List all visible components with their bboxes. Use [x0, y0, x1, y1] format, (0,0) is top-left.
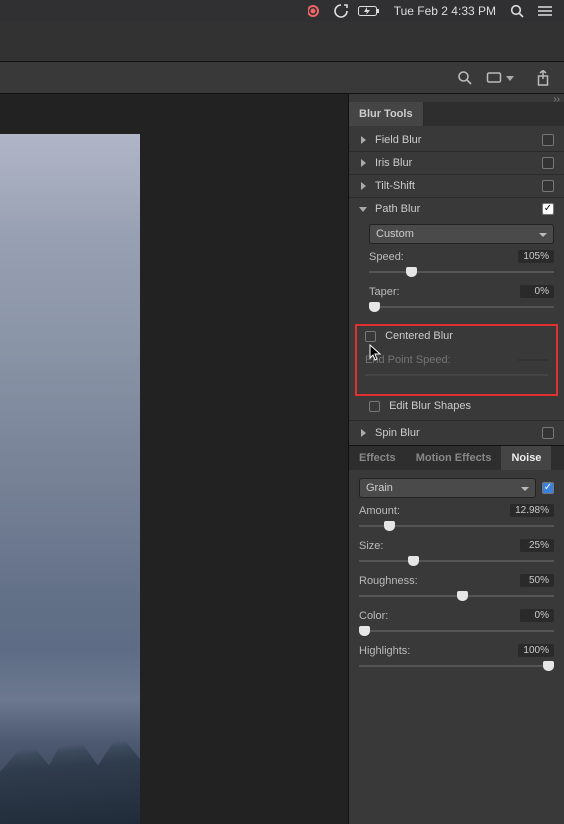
centered-blur-label: Centered Blur — [385, 330, 453, 342]
battery-icon — [358, 5, 380, 17]
system-menubar: Tue Feb 2 4:33 PM — [0, 0, 564, 22]
color-slider[interactable] — [359, 624, 554, 638]
menubar-datetime[interactable]: Tue Feb 2 4:33 PM — [394, 4, 496, 18]
blur-item-tilt-shift[interactable]: Tilt-Shift — [349, 174, 564, 197]
chevron-down-icon — [359, 204, 369, 214]
speed-slider[interactable] — [369, 265, 554, 279]
toggle-spin-blur[interactable] — [542, 427, 554, 439]
amount-label: Amount: — [359, 505, 400, 517]
path-blur-mode-dropdown[interactable]: Custom — [369, 224, 554, 244]
toggle-tilt-shift[interactable] — [542, 180, 554, 192]
properties-sidebar: ›› Blur Tools Field Blur Iris Blur Tilt-… — [348, 94, 564, 824]
chevron-down-icon — [506, 73, 516, 83]
spotlight-icon[interactable] — [510, 4, 524, 18]
color-label: Color: — [359, 610, 388, 622]
highlights-slider[interactable] — [359, 659, 554, 673]
chevron-right-icon — [359, 135, 369, 145]
tab-effects[interactable]: Effects — [349, 446, 406, 470]
roughness-slider[interactable] — [359, 589, 554, 603]
toggle-field-blur[interactable] — [542, 134, 554, 146]
app-titlebar — [0, 22, 564, 62]
size-label: Size: — [359, 540, 383, 552]
blur-item-label: Iris Blur — [375, 157, 412, 169]
instruction-highlight: Centered Blur End Point Speed: — [355, 324, 558, 396]
endpoint-speed-label: End Point Speed: — [365, 354, 451, 366]
centered-blur-checkbox[interactable] — [365, 331, 376, 342]
toggle-path-blur[interactable] — [542, 203, 554, 215]
speed-value[interactable]: 105% — [518, 250, 554, 263]
endpoint-speed-slider — [365, 368, 548, 382]
toggle-iris-blur[interactable] — [542, 157, 554, 169]
image-preview — [0, 134, 140, 824]
document-canvas[interactable] — [0, 94, 348, 824]
share-icon[interactable] — [536, 70, 550, 86]
notification-center-icon[interactable] — [538, 5, 552, 17]
chevron-right-icon — [359, 158, 369, 168]
tab-blur-tools[interactable]: Blur Tools — [349, 102, 424, 126]
noise-mode-dropdown[interactable]: Grain — [359, 478, 536, 498]
color-value[interactable]: 0% — [520, 609, 554, 622]
taper-value[interactable]: 0% — [520, 285, 554, 298]
blur-item-field[interactable]: Field Blur — [349, 126, 564, 151]
roughness-value[interactable]: 50% — [520, 574, 554, 587]
edit-blur-shapes-label: Edit Blur Shapes — [389, 400, 471, 412]
record-icon — [308, 4, 324, 18]
search-icon[interactable] — [457, 70, 472, 85]
blur-item-iris[interactable]: Iris Blur — [349, 151, 564, 174]
blur-item-label: Tilt-Shift — [375, 180, 415, 192]
workspace-switcher[interactable] — [486, 71, 522, 85]
speed-label: Speed: — [369, 251, 404, 263]
sync-icon — [334, 4, 348, 18]
app-toolbar — [0, 62, 564, 94]
screen-icon — [486, 71, 502, 85]
highlights-label: Highlights: — [359, 645, 410, 657]
amount-slider[interactable] — [359, 519, 554, 533]
taper-label: Taper: — [369, 286, 400, 298]
edit-blur-shapes-checkbox[interactable] — [369, 401, 380, 412]
blur-item-spin[interactable]: Spin Blur — [349, 420, 564, 446]
blur-item-path[interactable]: Path Blur — [349, 197, 564, 220]
blur-item-label: Spin Blur — [375, 427, 420, 439]
dropdown-value: Grain — [366, 482, 393, 494]
size-value[interactable]: 25% — [520, 539, 554, 552]
blur-item-label: Field Blur — [375, 134, 421, 146]
taper-slider[interactable] — [369, 300, 554, 314]
blur-item-label: Path Blur — [375, 203, 420, 215]
endpoint-speed-value — [518, 359, 548, 361]
toggle-noise[interactable] — [542, 482, 554, 494]
chevron-right-icon — [359, 181, 369, 191]
chevron-right-icon — [359, 428, 369, 438]
collapse-handle[interactable]: ›› — [349, 94, 564, 102]
highlights-value[interactable]: 100% — [518, 644, 554, 657]
tab-noise[interactable]: Noise — [501, 446, 551, 470]
amount-value[interactable]: 12.98% — [510, 504, 554, 517]
roughness-label: Roughness: — [359, 575, 418, 587]
size-slider[interactable] — [359, 554, 554, 568]
tab-motion-effects[interactable]: Motion Effects — [406, 446, 502, 470]
status-icons — [308, 4, 380, 18]
dropdown-value: Custom — [376, 228, 414, 240]
